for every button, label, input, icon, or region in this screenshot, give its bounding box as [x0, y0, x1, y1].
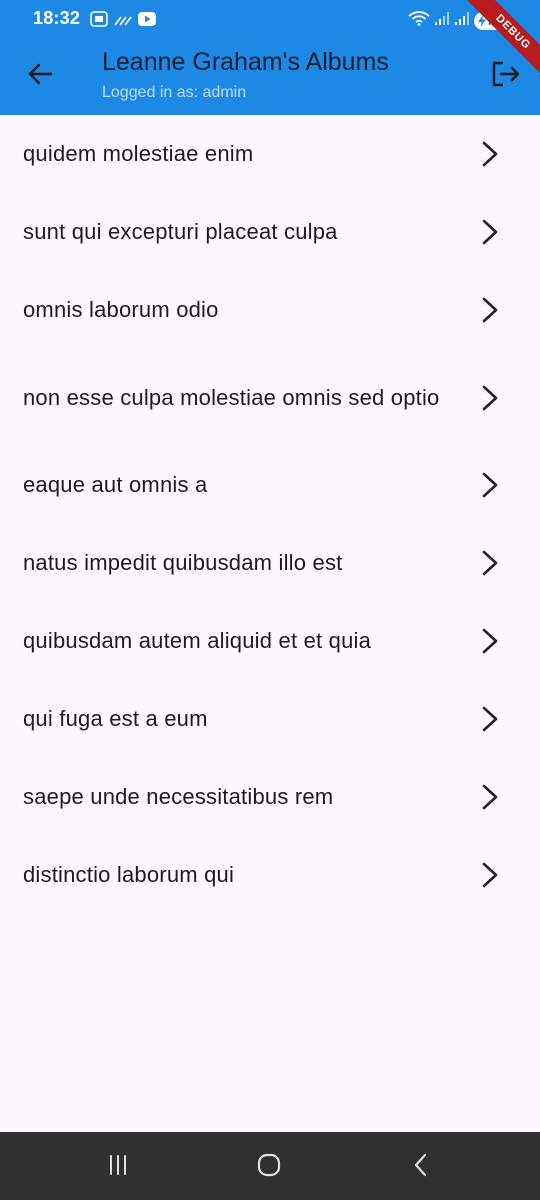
album-title: saepe unde necessitatibus rem — [23, 784, 334, 809]
page-title: Leanne Graham's Albums — [102, 48, 389, 76]
chevron-right-icon — [480, 139, 500, 169]
nav-back-button[interactable] — [401, 1152, 441, 1182]
album-title: qui fuga est a eum — [23, 706, 208, 731]
status-bar: 18:32 72 — [0, 0, 540, 40]
album-list-item[interactable]: distinctio laborum qui — [0, 836, 540, 914]
album-list: quidem molestiae enim sunt qui excepturi… — [0, 115, 540, 914]
cell-signal-icon — [454, 10, 470, 31]
album-list-item[interactable]: saepe unde necessitatibus rem — [0, 758, 540, 836]
album-list-item[interactable]: quibusdam autem aliquid et et quia — [0, 602, 540, 680]
chevron-right-icon — [480, 860, 500, 890]
app-bar: Leanne Graham's Albums Logged in as: adm… — [0, 40, 540, 115]
album-list-item[interactable]: sunt qui excepturi placeat culpa — [0, 193, 540, 271]
youtube-icon — [138, 12, 156, 31]
chevron-right-icon — [480, 548, 500, 578]
album-title: sunt qui excepturi placeat culpa — [23, 219, 338, 244]
chevron-right-icon — [480, 217, 500, 247]
chevron-right-icon — [480, 704, 500, 734]
album-list-item[interactable]: qui fuga est a eum — [0, 680, 540, 758]
back-icon — [411, 1153, 431, 1182]
chevron-right-icon — [480, 295, 500, 325]
album-list-item[interactable]: natus impedit quibusdam illo est — [0, 524, 540, 602]
album-title: eaque aut omnis a — [23, 472, 208, 497]
chevron-right-icon — [480, 383, 500, 413]
album-list-item[interactable]: eaque aut omnis a — [0, 446, 540, 524]
album-list-item[interactable]: non esse culpa molestiae omnis sed optio — [0, 349, 540, 446]
back-button[interactable] — [20, 56, 60, 96]
status-left-icons — [90, 11, 156, 32]
home-button[interactable] — [249, 1152, 289, 1182]
status-time: 18:32 — [33, 8, 81, 28]
chevron-right-icon — [480, 626, 500, 656]
album-title: non esse culpa molestiae omnis sed optio — [23, 384, 440, 410]
signal-boost-icon — [114, 13, 132, 31]
home-icon — [256, 1153, 282, 1182]
page-subtitle: Logged in as: admin — [102, 84, 247, 101]
logout-button[interactable] — [486, 56, 526, 96]
album-list-item[interactable]: quidem molestiae enim — [0, 115, 540, 193]
album-title: distinctio laborum qui — [23, 862, 235, 887]
album-title: quidem molestiae enim — [23, 141, 254, 166]
album-list-item[interactable]: omnis laborum odio — [0, 271, 540, 349]
album-title: natus impedit quibusdam illo est — [23, 550, 343, 575]
recent-apps-icon — [106, 1154, 130, 1181]
recent-apps-button[interactable] — [98, 1152, 138, 1182]
chevron-right-icon — [480, 470, 500, 500]
system-nav-bar — [0, 1132, 540, 1200]
chevron-right-icon — [480, 782, 500, 812]
arrow-back-icon — [27, 61, 53, 92]
cell-signal-icon — [434, 10, 450, 31]
album-title: omnis laborum odio — [23, 297, 219, 322]
wifi-icon — [408, 10, 430, 31]
screenshot-icon — [90, 11, 108, 32]
logout-icon — [491, 60, 521, 93]
album-title: quibusdam autem aliquid et et quia — [23, 628, 372, 653]
